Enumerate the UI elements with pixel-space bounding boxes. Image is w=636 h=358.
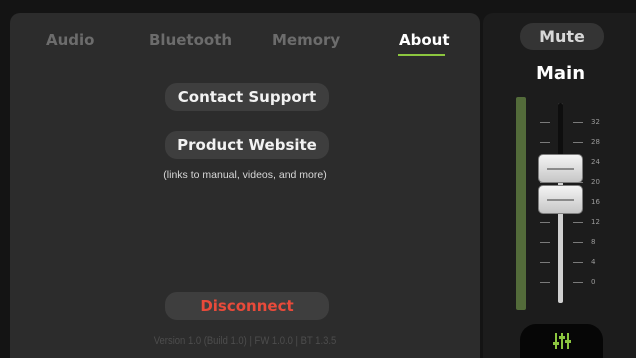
fader-handle-grip (547, 199, 574, 201)
disconnect-button[interactable]: Disconnect (165, 292, 329, 320)
tab-bluetooth[interactable]: Bluetooth (149, 31, 232, 49)
fader-tick (540, 222, 550, 223)
tab-memory[interactable]: Memory (272, 31, 340, 49)
fader-scale-label: 16 (591, 198, 600, 206)
mute-button[interactable]: Mute (520, 23, 604, 50)
fader-scale-label: 8 (591, 238, 596, 246)
fader-tick (540, 242, 550, 243)
fader-scale-label: 20 (591, 178, 600, 186)
fader-tick (573, 142, 583, 143)
fader-tick (540, 262, 550, 263)
fader-handle[interactable] (538, 154, 583, 183)
fader-tick (540, 122, 550, 123)
channel-name: Main (535, 63, 586, 84)
version-info: Version 1.0 (Build 1.0) | FW 1.0.0 | BT … (153, 335, 337, 347)
fader-tick (573, 122, 583, 123)
fader-scale-label: 28 (591, 138, 600, 146)
fader-tick (573, 222, 583, 223)
channel-strip: Mute Main 32 28 24 20 16 12 8 4 0 (483, 13, 636, 358)
fader-scale-label: 12 (591, 218, 600, 226)
fader-handle-grip (547, 168, 574, 170)
tab-audio[interactable]: Audio (46, 31, 94, 49)
fader-scale-label: 24 (591, 158, 600, 166)
settings-panel: Audio Bluetooth Memory About Contact Sup… (10, 13, 480, 358)
fader-tick (573, 242, 583, 243)
fader-scale-label: 4 (591, 258, 596, 266)
fader-tick (540, 142, 550, 143)
product-website-button[interactable]: Product Website (165, 131, 329, 159)
sliders-icon (552, 333, 571, 349)
fader-handle[interactable] (538, 185, 583, 214)
fader-scale-label: 32 (591, 118, 600, 126)
tab-about[interactable]: About (399, 31, 450, 49)
links-note: (links to manual, videos, and more) (163, 169, 327, 181)
mixer-button[interactable] (520, 324, 603, 358)
contact-support-button[interactable]: Contact Support (165, 83, 329, 111)
level-meter (516, 97, 526, 310)
active-tab-indicator (398, 54, 445, 56)
fader-scale-label: 0 (591, 278, 596, 286)
fader-tick (573, 282, 583, 283)
fader-tick (573, 262, 583, 263)
fader-tick (540, 282, 550, 283)
